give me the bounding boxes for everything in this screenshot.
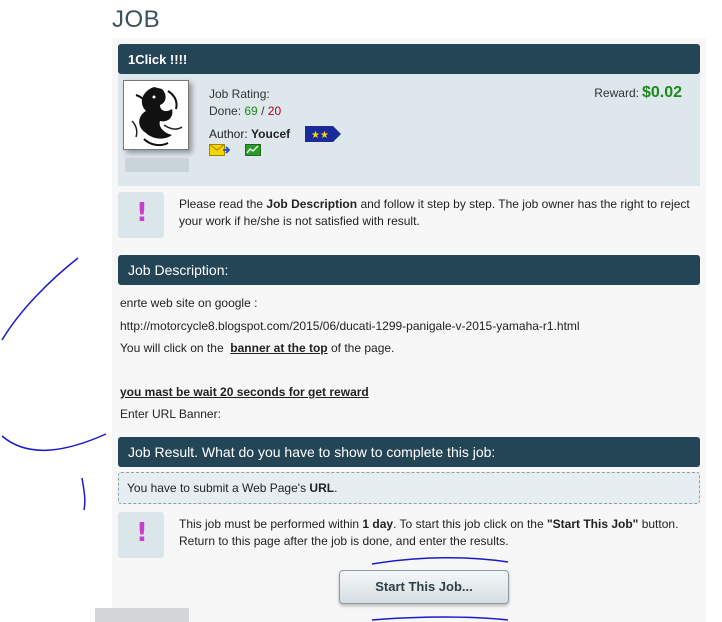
deadline-notice-text: This job must be performed within 1 day.… xyxy=(179,517,679,548)
description-line: Enter URL Banner: xyxy=(120,407,221,421)
banner-link[interactable]: banner at the top xyxy=(230,341,327,355)
wait-instruction: you mast be wait 20 seconds for get rewa… xyxy=(120,385,369,399)
done-label: Done: xyxy=(209,104,242,118)
annotation-stroke xyxy=(1,257,79,341)
done-value: 69 xyxy=(244,104,258,118)
reward: Reward: $0.02 xyxy=(594,84,682,102)
mail-icon[interactable] xyxy=(209,144,231,158)
author-avatar[interactable] xyxy=(123,80,189,150)
read-notice: ! Please read the Job Description and fo… xyxy=(118,192,700,240)
description-line: enrte web site on google : xyxy=(120,296,258,310)
bottom-bar xyxy=(95,608,189,622)
exclamation-icon: ! xyxy=(118,192,164,238)
job-result-header: Job Result. What do you have to show to … xyxy=(118,437,700,467)
author-name[interactable]: Youcef xyxy=(251,127,290,141)
job-content: 1Click !!!! Job Rating: Done: 69 / 20 Au… xyxy=(112,38,706,622)
annotation-stroke xyxy=(81,477,86,511)
dragon-avatar xyxy=(124,81,188,149)
done-separator: / xyxy=(261,104,265,118)
job-rating-label: Job Rating: xyxy=(209,87,270,101)
reward-value: $0.02 xyxy=(641,84,682,101)
reward-label: Reward: xyxy=(594,86,639,100)
start-job-button[interactable]: Start This Job... xyxy=(339,570,509,604)
read-notice-text: Please read the Job Description and foll… xyxy=(179,197,690,228)
author-line: Author: Youcef xyxy=(209,127,290,141)
job-info-panel: Job Rating: Done: 69 / 20 Author: Youcef… xyxy=(118,74,700,186)
avatar-shadow xyxy=(125,158,189,172)
svg-text:★★: ★★ xyxy=(311,130,329,141)
page-title: JOB xyxy=(112,6,161,33)
star-badge-icon: ★★ xyxy=(305,126,341,142)
exclamation-icon: ! xyxy=(118,512,164,558)
job-title-header: 1Click !!!! xyxy=(118,44,700,74)
job-description-header: Job Description: xyxy=(118,255,700,285)
annotation-stroke xyxy=(1,433,107,452)
description-url[interactable]: http://motorcycle8.blogspot.com/2015/06/… xyxy=(120,319,580,333)
deadline-notice: ! This job must be performed within 1 da… xyxy=(118,512,700,560)
description-line: You will click on the banner at the top … xyxy=(120,341,395,355)
job-meta: Job Rating: Done: 69 / 20 xyxy=(209,86,281,120)
result-requirement-box: You have to submit a Web Page's URL. xyxy=(118,472,700,504)
done-line: Done: 69 / 20 xyxy=(209,103,281,120)
author-label: Author: xyxy=(209,127,248,141)
chart-icon[interactable] xyxy=(245,144,261,156)
done-total: 20 xyxy=(267,104,282,118)
